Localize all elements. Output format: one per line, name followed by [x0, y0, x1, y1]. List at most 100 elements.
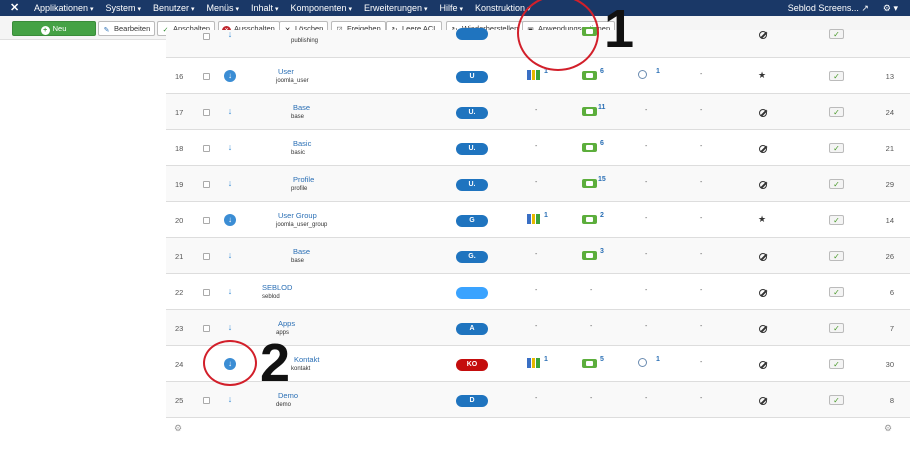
- item-title[interactable]: SEBLOD: [262, 283, 292, 292]
- annotation-circle: [203, 340, 257, 386]
- ban-icon[interactable]: [759, 253, 767, 261]
- status-badge[interactable]: [456, 287, 488, 299]
- star-icon[interactable]: ★: [758, 70, 766, 81]
- check-icon[interactable]: ✓: [829, 251, 844, 261]
- item-title[interactable]: User: [278, 67, 294, 76]
- item-title[interactable]: User Group: [278, 211, 317, 220]
- download-icon[interactable]: ↓: [224, 393, 236, 405]
- menu-system[interactable]: System: [106, 0, 147, 16]
- row-checkbox[interactable]: [203, 109, 210, 116]
- download-icon[interactable]: ↓: [224, 321, 236, 333]
- count-icon[interactable]: [582, 179, 597, 188]
- status-badge[interactable]: D: [456, 395, 488, 407]
- download-icon[interactable]: ↓: [224, 249, 236, 261]
- menu-benutzer[interactable]: Benutzer: [153, 0, 201, 16]
- menu-erweiterungen[interactable]: Erweiterungen: [364, 0, 434, 16]
- check-icon[interactable]: ✓: [829, 107, 844, 117]
- check-icon[interactable]: ✓: [829, 71, 844, 81]
- item-title[interactable]: Base: [293, 247, 310, 256]
- row-checkbox[interactable]: [203, 33, 210, 40]
- download-icon[interactable]: ↓: [224, 214, 236, 226]
- main-menu: Applikationen System Benutzer Menüs Inha…: [34, 0, 543, 16]
- footer-gear-icon[interactable]: ⚙: [174, 423, 182, 434]
- footer-gear-icon[interactable]: ⚙: [884, 423, 892, 434]
- table-icon[interactable]: [527, 70, 541, 80]
- download-icon[interactable]: ↓: [224, 177, 236, 189]
- status-badge[interactable]: [456, 28, 488, 40]
- edit-button[interactable]: ✎ Bearbeiten: [98, 21, 156, 36]
- table-row: 18 ↓ Basic basic U. - 6 - - ✓ 21: [166, 130, 910, 166]
- new-button[interactable]: + Neu: [12, 21, 96, 36]
- download-icon[interactable]: ↓: [224, 285, 236, 297]
- item-title[interactable]: Apps: [278, 319, 295, 328]
- menu-komponenten[interactable]: Komponenten: [290, 0, 358, 16]
- ban-icon[interactable]: [759, 145, 767, 153]
- row-checkbox[interactable]: [203, 73, 210, 80]
- settings-gear-icon[interactable]: ⚙ ▾: [883, 0, 898, 16]
- status-badge[interactable]: A: [456, 323, 488, 335]
- edit-icon: ✎: [103, 27, 110, 34]
- check-icon[interactable]: ✓: [829, 215, 844, 225]
- row-checkbox[interactable]: [203, 289, 210, 296]
- ban-icon[interactable]: [759, 397, 767, 405]
- row-checkbox[interactable]: [203, 145, 210, 152]
- download-icon[interactable]: ↓: [224, 70, 236, 82]
- joomla-logo-icon[interactable]: ✕: [10, 2, 22, 14]
- count-icon[interactable]: [582, 71, 597, 80]
- table-icon[interactable]: [527, 358, 541, 368]
- check-icon[interactable]: ✓: [829, 143, 844, 153]
- count-icon[interactable]: [582, 251, 597, 260]
- download-icon[interactable]: ↓: [224, 28, 236, 40]
- row-checkbox[interactable]: [203, 325, 210, 332]
- table-row: 19 ↓ Profile profile U. - 15 - - ✓ 29: [166, 166, 910, 202]
- table-row: 21 ↓ Base base G. - 3 - - ✓ 26: [166, 238, 910, 274]
- count-icon[interactable]: [582, 143, 597, 152]
- count-icon[interactable]: [582, 107, 597, 116]
- row-checkbox[interactable]: [203, 217, 210, 224]
- status-badge[interactable]: U: [456, 71, 488, 83]
- star-icon[interactable]: ★: [758, 214, 766, 225]
- row-checkbox[interactable]: [203, 397, 210, 404]
- count-icon[interactable]: [582, 359, 597, 368]
- ban-icon[interactable]: [759, 361, 767, 369]
- status-badge[interactable]: G.: [456, 251, 488, 263]
- status-badge[interactable]: U.: [456, 143, 488, 155]
- check-icon[interactable]: ✓: [829, 395, 844, 405]
- table-icon[interactable]: [527, 214, 541, 224]
- ban-icon[interactable]: [759, 181, 767, 189]
- row-checkbox[interactable]: [203, 253, 210, 260]
- check-icon[interactable]: ✓: [829, 29, 844, 39]
- ban-icon[interactable]: [759, 109, 767, 117]
- annotation-number: 1: [604, 0, 635, 59]
- item-title[interactable]: Basic: [293, 139, 311, 148]
- status-badge[interactable]: KO: [456, 359, 488, 371]
- check-icon[interactable]: ✓: [829, 179, 844, 189]
- status-badge[interactable]: U.: [456, 107, 488, 119]
- menu-inhalt[interactable]: Inhalt: [251, 0, 285, 16]
- item-title[interactable]: Profile: [293, 175, 314, 184]
- menu-menues[interactable]: Menüs: [207, 0, 245, 16]
- external-link-icon: ↗: [861, 3, 869, 13]
- row-checkbox[interactable]: [203, 181, 210, 188]
- table-row: 20 ↓ User Group joomla_user_group G 1 2 …: [166, 202, 910, 238]
- download-icon[interactable]: ↓: [224, 105, 236, 117]
- check-icon[interactable]: ✓: [829, 287, 844, 297]
- menu-applikationen[interactable]: Applikationen: [34, 0, 100, 16]
- menu-hilfe[interactable]: Hilfe: [440, 0, 469, 16]
- search-icon[interactable]: [638, 358, 647, 367]
- ban-icon[interactable]: [759, 325, 767, 333]
- check-icon[interactable]: ✓: [829, 323, 844, 333]
- item-title[interactable]: Base: [293, 103, 310, 112]
- table-row: 17 ↓ Base base U. - 11 - - ✓ 24: [166, 94, 910, 130]
- check-icon[interactable]: ✓: [829, 359, 844, 369]
- ban-icon[interactable]: [759, 31, 767, 39]
- site-link[interactable]: Seblod Screens... ↗: [788, 0, 869, 16]
- status-badge[interactable]: G: [456, 215, 488, 227]
- count-icon[interactable]: [582, 215, 597, 224]
- status-badge[interactable]: U.: [456, 179, 488, 191]
- item-title[interactable]: Kontakt: [294, 355, 319, 364]
- download-icon[interactable]: ↓: [224, 141, 236, 153]
- top-navbar: ✕ Applikationen System Benutzer Menüs In…: [0, 0, 910, 16]
- ban-icon[interactable]: [759, 289, 767, 297]
- search-icon[interactable]: [638, 70, 647, 79]
